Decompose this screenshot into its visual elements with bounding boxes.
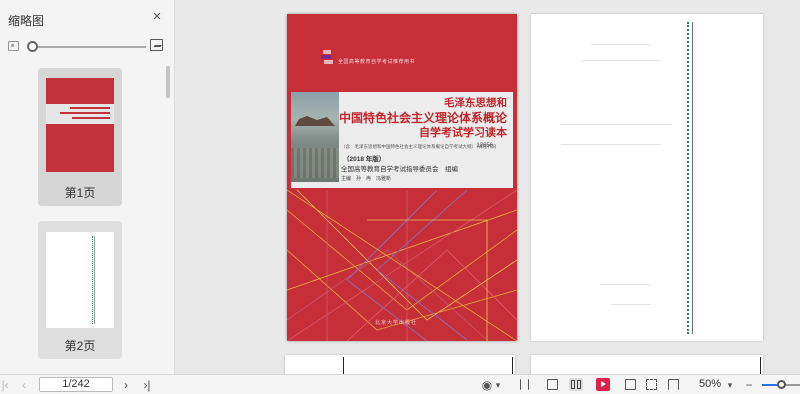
zoom-level[interactable]: 50%	[699, 378, 721, 390]
thumbnail-page-2[interactable]: 第2页	[38, 221, 122, 359]
eye-icon[interactable]: ◉	[481, 377, 493, 393]
close-icon[interactable]: ×	[150, 9, 164, 25]
thumbnail-image-page	[46, 232, 114, 328]
last-page-button[interactable]: ›|	[140, 377, 154, 393]
title-band: 毛泽东思想和 中国特色社会主义理论体系概论 自学考试学习读本 （含：毛泽东思想和…	[291, 92, 513, 188]
thumbnail-page-1[interactable]: 第1页	[38, 68, 122, 206]
thumbnail-sidebar: 缩略图 × 第1页 第2页	[0, 0, 175, 374]
series-title: 全国高等教育自学考试推荐用书	[338, 59, 416, 65]
fit-page-icon[interactable]	[625, 379, 636, 390]
book-title-line-3: 自学考试学习读本	[419, 126, 507, 139]
page-edge-line	[692, 22, 693, 334]
page-2	[531, 14, 763, 341]
two-page-view-button[interactable]	[569, 378, 583, 391]
chevron-down-icon[interactable]: ▾	[494, 377, 502, 393]
large-image-icon[interactable]	[150, 39, 163, 51]
document-viewer[interactable]: 全国高等教育自学考试推荐用书 毛泽东思想和 中国特色社会主义理论体系概论 自学考…	[176, 0, 800, 374]
fit-width-icon[interactable]	[520, 379, 529, 390]
bottom-toolbar: |‹ ‹ 1/242 › ›| ◉ ▾ 50% ▾ −	[0, 374, 800, 394]
organizer: 全国高等教育自学考试指导委员会 组编	[341, 166, 458, 173]
editors: 主编 孙 冉 冯雅新	[341, 176, 392, 182]
page-3-partial	[285, 355, 515, 374]
slider-handle[interactable]	[27, 41, 38, 52]
thumbnail-label: 第2页	[64, 339, 96, 353]
course-code: 12656	[476, 143, 493, 149]
publisher-name: 北京大学出版社	[375, 320, 418, 326]
publisher-logo-icon	[321, 50, 333, 64]
cover-photo	[291, 92, 339, 182]
zoom-dropdown-icon[interactable]: ▾	[726, 377, 734, 393]
page-4-partial	[531, 355, 763, 374]
bookmark-icon[interactable]	[668, 379, 679, 390]
thumbnail-size-slider[interactable]	[6, 38, 166, 56]
sidebar-scrollbar[interactable]	[166, 66, 170, 98]
book-title-line-1: 毛泽东思想和	[444, 97, 507, 109]
next-page-button[interactable]: ›	[120, 377, 132, 393]
single-page-icon[interactable]	[547, 379, 558, 390]
previous-page-button[interactable]: ‹	[18, 377, 30, 393]
page-number-input[interactable]: 1/242	[39, 377, 113, 392]
thumbnail-label: 第1页	[64, 186, 96, 200]
fullscreen-icon[interactable]	[646, 379, 657, 390]
dotted-fold-line	[687, 22, 691, 334]
slider-track[interactable]	[30, 46, 146, 48]
small-image-icon[interactable]	[8, 41, 19, 51]
sidebar-title: 缩略图	[8, 14, 45, 28]
book-subtitle: （含：毛泽东思想和中国特色社会主义理论体系概论自学考试大纲）（课程代码	[341, 144, 497, 149]
first-page-button[interactable]: |‹	[0, 377, 10, 393]
page-1-cover: 全国高等教育自学考试推荐用书 毛泽东思想和 中国特色社会主义理论体系概论 自学考…	[287, 14, 517, 341]
play-slideshow-button[interactable]	[596, 378, 610, 391]
thumbnail-image-cover	[46, 78, 114, 172]
zoom-slider-handle[interactable]	[777, 380, 786, 389]
edition-year: （2018 年版）	[343, 156, 386, 163]
zoom-out-button[interactable]: −	[744, 377, 754, 393]
